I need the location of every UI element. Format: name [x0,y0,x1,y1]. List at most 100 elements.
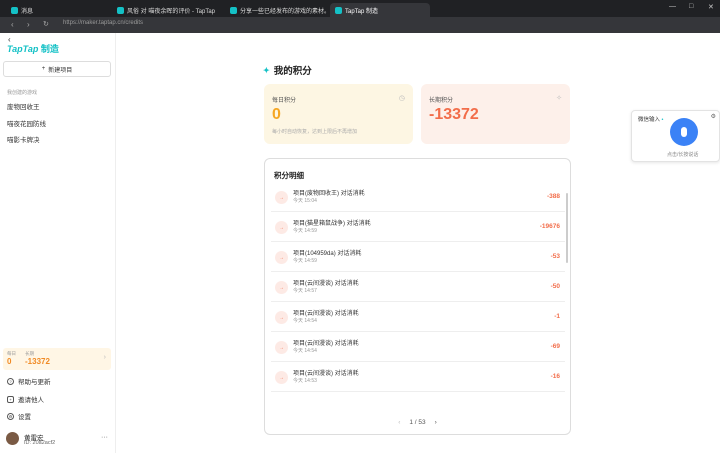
row-amount: -16 [550,373,560,380]
avatar [6,432,19,445]
page-title: ✦ 我的积分 [263,63,312,78]
consumption-icon: → [275,281,288,294]
credit-details-list: → 项目(废物回收王) 对话消耗 今天 15:04 -388 → 项目(猫星箱鼠… [271,182,565,392]
row-title: 项目(废物回收王) 对话消耗 [293,191,365,197]
main-content: ✦ 我的积分 每日积分 0 每小时自动恢复，达到上限后不再增加 ◷ 长期积分 -… [117,33,720,453]
logo-text: TapTap [7,44,39,54]
list-item: → 项目(云间漫谈) 对话消耗 今天 14:53 -16 [271,362,565,392]
row-time: 今天 14:53 [293,378,317,384]
microphone-icon [681,127,687,137]
sidebar-item-project[interactable]: 废物回收王 [7,101,40,111]
list-item: → 项目(云间漫谈) 对话消耗 今天 14:54 -1 [271,302,565,332]
browser-tab-review[interactable]: 风俗 对 喵夜余晖的评价 - TapTap [112,3,224,17]
tab-label: TapTap 制造 [345,8,379,15]
list-item: → 项目(云间漫谈) 对话消耗 今天 14:57 -50 [271,272,565,302]
daily-credit-value: 0 [7,357,12,366]
menu-label: 设置 [18,414,31,421]
credit-details-title: 积分明细 [274,171,304,180]
row-amount: -69 [550,343,560,350]
sidebar: ‹ TapTap 制造 + 新建项目 我创建的游戏 废物回收王 喵夜花园防线 喵… [0,33,116,453]
address-bar: ‹ › ↻ https://maker.taptap.cn/credits [0,17,720,33]
window-close-icon[interactable]: ✕ [708,3,714,11]
consumption-icon: → [275,371,288,384]
menu-label: 帮助与更新 [18,379,51,386]
daily-credits-label: 每日积分 [272,98,297,104]
user-id: ID: 20a2acf2 [24,440,56,446]
my-games-heading: 我创建的游戏 [7,90,38,96]
window-minimize-icon[interactable]: — [669,3,676,10]
long-credits-value: -13372 [429,106,479,123]
prev-page-icon[interactable]: ‹ [398,419,400,426]
row-title: 项目(云间漫谈) 对话消耗 [293,281,359,287]
url-field[interactable]: https://maker.taptap.cn/credits [63,20,143,26]
voice-input-widget: 微信输入 • ⚙ 点击/长按说话 [631,110,720,162]
long-credits-card: 长期积分 -13372 ✧ [421,84,570,144]
row-time: 今天 14:54 [293,348,317,354]
gear-icon: ⚙ [7,412,14,420]
credit-details-panel: 积分明细 → 项目(废物回收王) 对话消耗 今天 15:04 -388 → 项目… [264,158,571,435]
row-title: 项目(104959da) 对话消耗 [293,251,362,257]
window-maximize-icon[interactable]: □ [689,3,693,10]
consumption-icon: → [275,251,288,264]
page-indicator: 1 / 53 [409,419,426,426]
help-updates-menu-item[interactable]: ? 帮助与更新 [7,376,51,386]
chevron-right-icon: › [103,354,106,361]
voice-title-text: 微信输入 [638,117,661,123]
new-project-label: 新建项目 [48,67,73,74]
daily-credits-card: 每日积分 0 每小时自动恢复，达到上限后不再增加 ◷ [264,84,413,144]
sidebar-item-project[interactable]: 喵影卡牌决 [7,134,40,144]
page-title-text: 我的积分 [273,66,312,77]
browser-tab-share[interactable]: 分享一些已经发布的游戏的素材。还... [225,3,329,17]
row-amount: -50 [550,283,560,290]
user-profile[interactable]: 黄雷宏 ID: 20a2acf2 ··· [6,430,110,448]
logo-suffix: 制造 [40,44,59,54]
invite-menu-item[interactable]: + 邀请他人 [7,394,44,404]
daily-credits-value: 0 [272,106,281,123]
clock-icon: ◷ [398,95,405,102]
row-amount: -388 [546,193,560,200]
row-title: 项目(猫星箱鼠战争) 对话消耗 [293,221,371,227]
more-options-icon[interactable]: ··· [101,434,108,441]
row-amount: -1 [554,313,560,320]
dropdown-dot-icon: • [661,117,664,123]
gear-icon[interactable]: ⚙ [711,113,716,120]
consumption-icon: → [275,191,288,204]
list-item: → 项目(云间漫谈) 对话消耗 今天 14:54 -69 [271,332,565,362]
consumption-icon: → [275,221,288,234]
tab-label: 消息 [21,8,34,15]
row-amount: -53 [550,253,560,260]
sparkle-icon: ✧ [556,95,562,102]
tab-label: 分享一些已经发布的游戏的素材。还... [240,8,329,15]
row-time: 今天 14:59 [293,228,317,234]
list-item: → 项目(废物回收王) 对话消耗 今天 15:04 -388 [271,182,565,212]
row-time: 今天 14:59 [293,258,317,264]
settings-menu-item[interactable]: ⚙ 设置 [7,411,31,421]
taptap-favicon-icon [335,6,342,14]
row-time: 今天 15:04 [293,198,317,204]
sidebar-item-project[interactable]: 喵夜花园防线 [7,118,46,128]
consumption-icon: → [275,311,288,324]
help-icon: ? [7,377,14,385]
reload-icon[interactable]: ↻ [43,20,49,28]
menu-label: 邀请他人 [18,397,44,404]
row-time: 今天 14:54 [293,318,317,324]
back-nav-icon[interactable]: ‹ [11,20,14,29]
pagination: ‹ 1 / 53 › [265,419,570,426]
browser-tab-messages[interactable]: 消息 [6,3,110,17]
next-page-icon[interactable]: › [435,419,437,426]
forward-nav-icon[interactable]: › [27,20,30,29]
microphone-button[interactable] [670,118,698,146]
taptap-maker-logo[interactable]: TapTap 制造 [7,42,59,55]
new-project-button[interactable]: + 新建项目 [3,61,111,77]
list-scrollbar[interactable] [566,193,568,263]
voice-widget-title: 微信输入 • [638,115,663,123]
long-credit-value: -13372 [25,357,50,366]
browser-tab-taptap-maker[interactable]: TapTap 制造 [330,3,430,17]
daily-credits-desc: 每小时自动恢复，达到上限后不再增加 [272,129,358,135]
long-credits-label: 长期积分 [429,98,454,104]
tab-label: 风俗 对 喵夜余晖的评价 - TapTap [127,8,216,15]
credits-icon: ✦ [263,65,270,75]
sidebar-credits-summary[interactable]: 每日 0 长期 -13372 › [3,348,111,370]
list-item: → 项目(104959da) 对话消耗 今天 14:59 -53 [271,242,565,272]
row-title: 项目(云间漫谈) 对话消耗 [293,311,359,317]
